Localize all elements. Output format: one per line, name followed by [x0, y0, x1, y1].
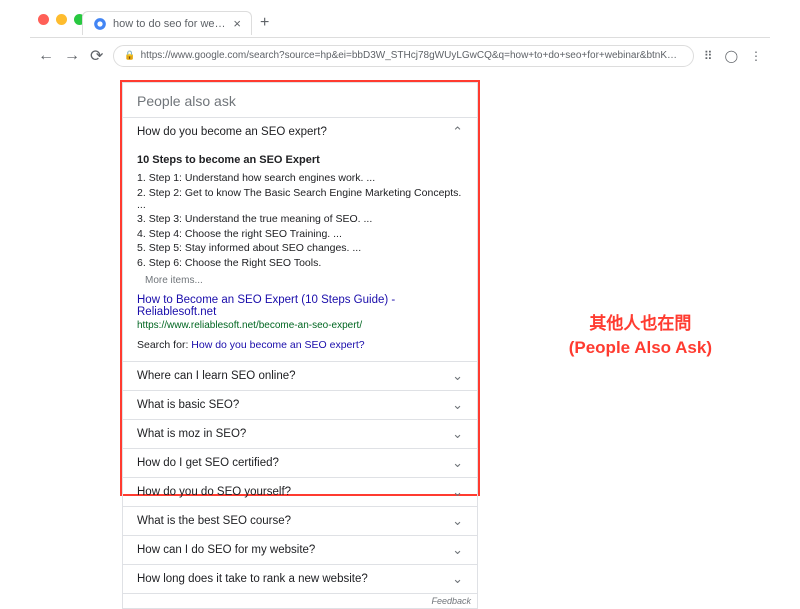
chevron-down-icon: ⌄: [452, 397, 463, 413]
list-item: 3. Step 3: Understand the true meaning o…: [137, 213, 463, 225]
translate-icon[interactable]: ⠿: [704, 49, 713, 63]
url-text: https://www.google.com/search?source=hp&…: [141, 50, 683, 61]
reload-button[interactable]: ⟳: [90, 46, 103, 66]
result-url: https://www.reliablesoft.net/become-an-s…: [137, 320, 463, 331]
paa-question-expanded[interactable]: How do you become an SEO expert? ⌃: [123, 117, 477, 146]
new-tab-button[interactable]: +: [260, 14, 269, 32]
chevron-down-icon: ⌄: [452, 426, 463, 442]
lock-icon: 🔒: [124, 50, 135, 61]
chevron-down-icon: ⌄: [452, 455, 463, 471]
paa-answer-panel: 10 Steps to become an SEO Expert 1. Step…: [123, 146, 477, 361]
window-close[interactable]: [38, 14, 49, 25]
browser-tab[interactable]: how to do seo for webinar - Go ×: [82, 11, 252, 35]
address-bar[interactable]: 🔒 https://www.google.com/search?source=h…: [113, 45, 693, 67]
paa-question[interactable]: How do you do SEO yourself?⌄: [123, 477, 477, 506]
paa-question[interactable]: How can I do SEO for my website?⌄: [123, 535, 477, 564]
chevron-down-icon: ⌄: [452, 571, 463, 587]
window-minimize[interactable]: [56, 14, 67, 25]
list-item: 1. Step 1: Understand how search engines…: [137, 172, 463, 184]
annotation-label: 其他人也在問 (People Also Ask): [569, 312, 712, 360]
chevron-down-icon: ⌄: [452, 542, 463, 558]
paa-header: People also ask: [123, 83, 477, 117]
forward-button[interactable]: →: [64, 47, 80, 65]
paa-question[interactable]: How do I get SEO certified?⌄: [123, 448, 477, 477]
people-also-ask-box: People also ask How do you become an SEO…: [120, 80, 480, 496]
list-item: 2. Step 2: Get to know The Basic Search …: [137, 187, 463, 211]
chevron-down-icon: ⌄: [452, 484, 463, 500]
chevron-down-icon: ⌄: [452, 513, 463, 529]
answer-steps-list: 1. Step 1: Understand how search engines…: [137, 172, 463, 269]
paa-question[interactable]: What is moz in SEO?⌄: [123, 419, 477, 448]
paa-question[interactable]: What is the best SEO course?⌄: [123, 506, 477, 535]
profile-icon[interactable]: ◯: [725, 49, 738, 63]
tab-title: how to do seo for webinar - Go: [113, 18, 227, 30]
chevron-up-icon: ⌃: [452, 124, 463, 140]
close-icon[interactable]: ×: [233, 16, 241, 31]
list-item: 4. Step 4: Choose the right SEO Training…: [137, 228, 463, 240]
answer-title: 10 Steps to become an SEO Expert: [137, 154, 463, 166]
menu-icon[interactable]: ⋮: [750, 49, 762, 63]
back-button[interactable]: ←: [38, 47, 54, 65]
more-items-link[interactable]: More items...: [145, 275, 463, 286]
search-for: Search for: How do you become an SEO exp…: [137, 339, 463, 351]
list-item: 5. Step 5: Stay informed about SEO chang…: [137, 242, 463, 254]
paa-question[interactable]: What is basic SEO?⌄: [123, 390, 477, 419]
result-title-link[interactable]: How to Become an SEO Expert (10 Steps Gu…: [137, 294, 463, 318]
list-item: 6. Step 6: Choose the Right SEO Tools.: [137, 257, 463, 269]
paa-question-text: How do you become an SEO expert?: [137, 126, 327, 138]
chevron-down-icon: ⌄: [452, 368, 463, 384]
paa-question[interactable]: Where can I learn SEO online?⌄: [123, 361, 477, 390]
paa-question[interactable]: How long does it take to rank a new webs…: [123, 564, 477, 593]
feedback-link[interactable]: Feedback: [123, 593, 477, 608]
google-favicon-icon: [93, 17, 107, 31]
search-for-link[interactable]: How do you become an SEO expert?: [191, 339, 364, 351]
